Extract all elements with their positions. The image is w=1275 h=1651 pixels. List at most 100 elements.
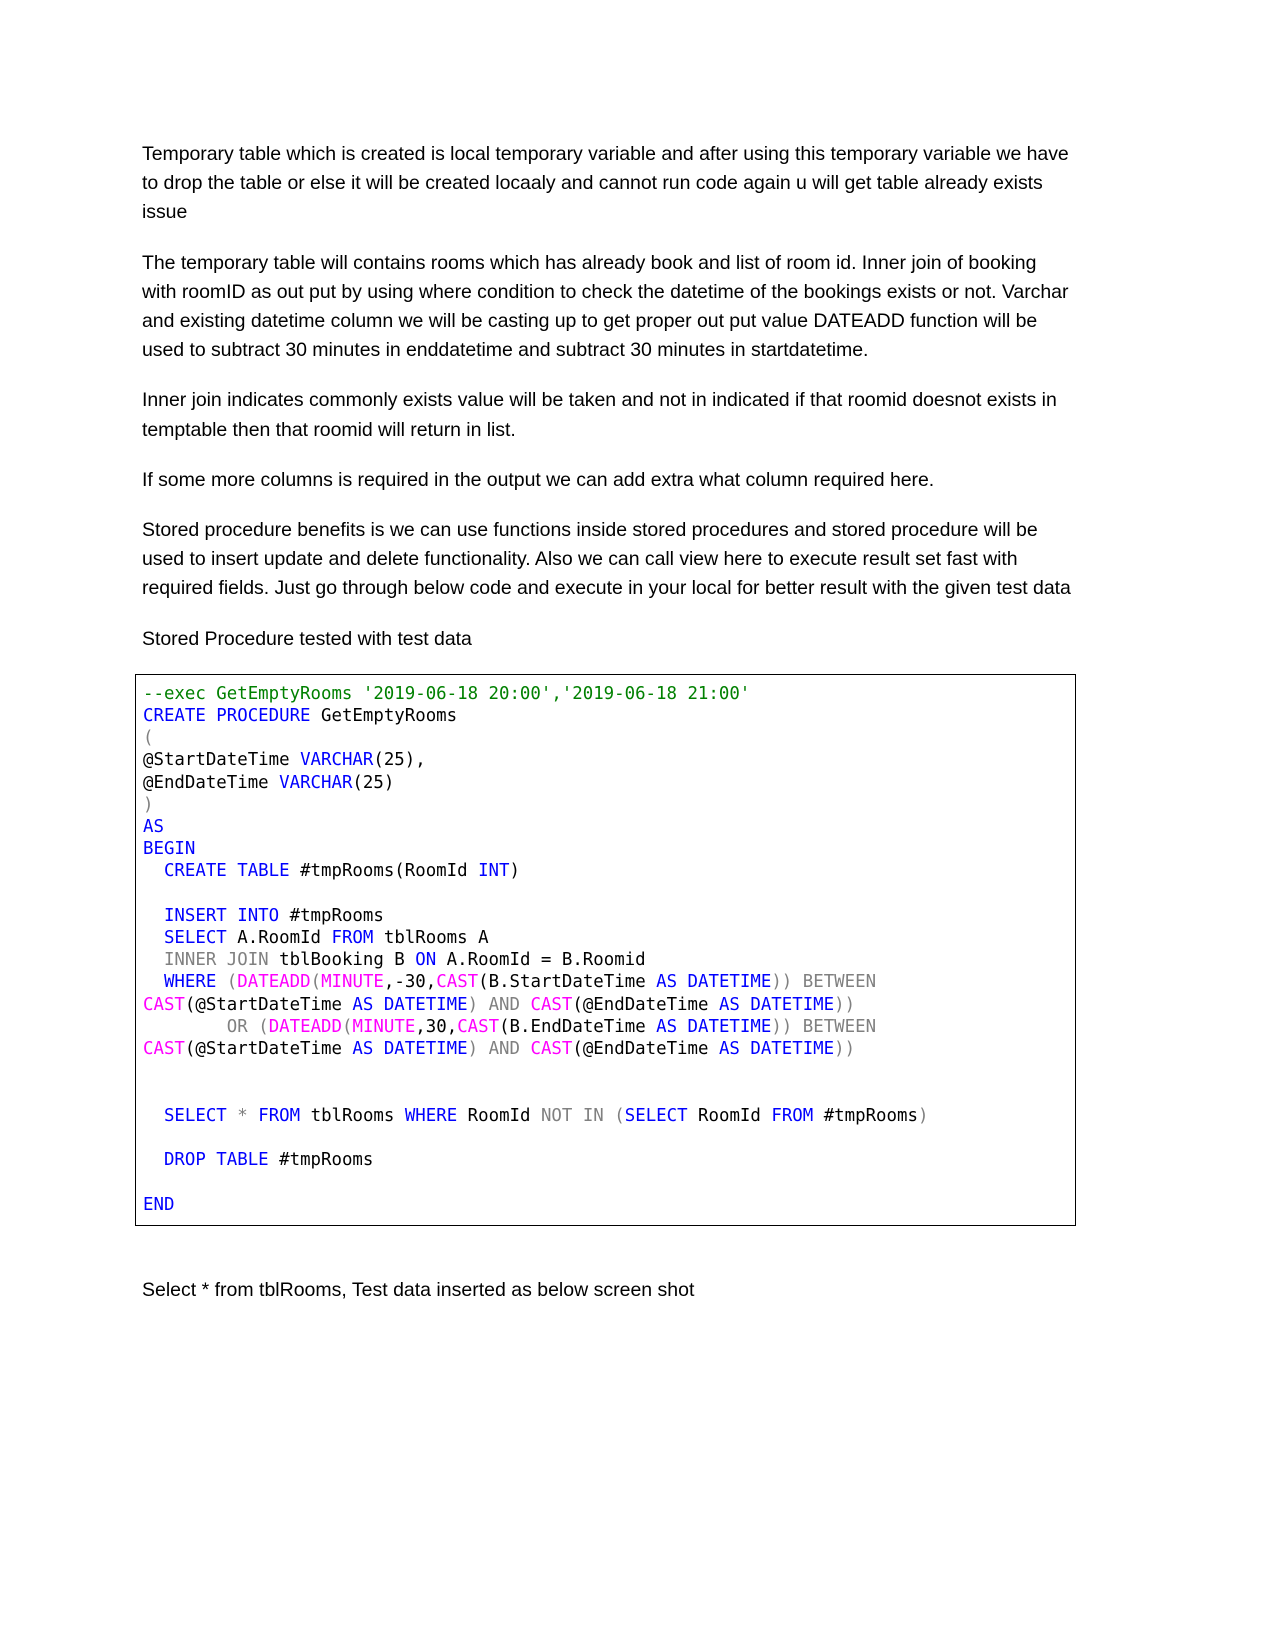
code-token: A.RoomId <box>226 928 332 949</box>
code-token: #tmpRooms(RoomId <box>289 861 479 882</box>
code-token: CAST <box>143 994 185 1015</box>
code-token: WHERE <box>404 1105 458 1126</box>
code-token: ,-30, <box>383 972 437 993</box>
code-line: ) <box>143 794 1075 816</box>
code-line: END <box>143 1194 1075 1216</box>
code-token: GetEmptyRooms <box>310 706 458 727</box>
code-line: BEGIN <box>143 838 1075 860</box>
paragraph-extra-columns: If some more columns is required in the … <box>142 468 935 491</box>
code-token: ( <box>226 972 238 993</box>
code-token: ( <box>614 1105 625 1126</box>
code-token: DROP TABLE <box>163 1150 269 1171</box>
sql-code-block[interactable]: --exec GetEmptyRooms '2019-06-18 20:00',… <box>135 673 1076 1226</box>
code-token: AS DATETIME <box>718 1039 835 1060</box>
code-token: ) <box>509 861 520 882</box>
code-token: FROM <box>771 1105 814 1126</box>
code-token: BEGIN <box>143 839 196 860</box>
code-token: BETWEEN <box>802 1016 877 1037</box>
code-token: DATEADD <box>268 1016 342 1037</box>
code-token: AS DATETIME <box>718 994 835 1015</box>
code-token: ) <box>143 794 154 815</box>
code-token: #tmpRooms <box>813 1105 918 1126</box>
code-token: AND <box>488 994 520 1015</box>
code-token: SELECT <box>163 1105 227 1126</box>
code-token: RoomId <box>457 1105 541 1126</box>
code-token: )) <box>834 1039 856 1060</box>
code-token: CREATE TABLE <box>163 861 290 882</box>
code-token: ON <box>415 950 437 971</box>
paragraph-stored-procedure-benefits: Stored procedure benefits is we can use … <box>142 519 1071 600</box>
code-line: CAST(@StartDateTime AS DATETIME) AND CAS… <box>143 994 1075 1016</box>
code-line: CREATE TABLE #tmpRooms(RoomId INT) <box>143 860 1075 882</box>
code-line: CREATE PROCEDURE GetEmptyRooms <box>143 705 1075 727</box>
code-token: MINUTE <box>321 972 384 993</box>
code-token: #tmpRooms <box>268 1150 374 1171</box>
code-token: * <box>237 1105 248 1126</box>
paragraph-stored-procedure-tested: Stored Procedure tested with test data <box>142 627 472 650</box>
code-line: DROP TABLE #tmpRooms <box>143 1149 1075 1171</box>
code-token: AS DATETIME <box>352 1039 468 1060</box>
code-token: CAST <box>530 1039 573 1060</box>
code-token: (@EndDateTime <box>572 1039 719 1060</box>
code-token: END <box>143 1194 175 1215</box>
code-token: MINUTE <box>352 1016 416 1037</box>
code-token: CAST <box>436 972 479 993</box>
code-token: BETWEEN <box>802 972 877 993</box>
code-line: OR (DATEADD(MINUTE,30,CAST(B.EndDateTime… <box>143 1016 1075 1038</box>
code-token: ( <box>258 1016 269 1037</box>
code-token: @EndDateTime <box>143 772 280 793</box>
code-token: ( <box>143 728 154 749</box>
code-token: ( <box>341 1016 353 1037</box>
code-token: @StartDateTime <box>143 750 301 771</box>
code-token: #tmpRooms <box>279 905 384 926</box>
code-token: DATEADD <box>237 972 311 993</box>
code-token: INT <box>478 861 510 882</box>
code-line: SELECT * FROM tblRooms WHERE RoomId NOT … <box>143 1105 1075 1127</box>
code-token: (B.StartDateTime <box>478 972 657 993</box>
code-line: @EndDateTime VARCHAR(25) <box>143 772 1075 794</box>
code-line: SELECT A.RoomId FROM tblRooms A <box>143 927 1075 949</box>
code-token: (@StartDateTime <box>184 994 353 1015</box>
code-token: ) <box>467 1039 479 1060</box>
paragraph-temporary-table: Temporary table which is created is loca… <box>142 143 1069 224</box>
code-token: (25), <box>373 750 426 771</box>
document-body: Temporary table which is created is loca… <box>135 140 1076 1305</box>
code-token: VARCHAR <box>300 750 374 771</box>
code-token: (@StartDateTime <box>184 1039 353 1060</box>
code-token: CAST <box>457 1016 500 1037</box>
paragraph-select-tblrooms: Select * from tblRooms, Test data insert… <box>142 1278 695 1301</box>
code-token: CAST <box>530 994 573 1015</box>
code-token: AS <box>143 817 164 838</box>
code-token: A.RoomId = B.Roomid <box>436 950 646 971</box>
code-token: FROM <box>258 1105 301 1126</box>
code-token: AS DATETIME <box>656 1016 772 1037</box>
code-token: INSERT INTO <box>163 905 280 926</box>
code-line: INNER JOIN tblBooking B ON A.RoomId = B.… <box>143 949 1075 971</box>
code-token: AS DATETIME <box>656 972 772 993</box>
code-token: )) <box>771 972 793 993</box>
code-token: WHERE <box>163 972 217 993</box>
code-token: INNER JOIN <box>163 950 269 971</box>
code-line: ( <box>143 727 1075 749</box>
code-token: NOT IN <box>540 1105 604 1126</box>
code-token: ) <box>467 994 479 1015</box>
